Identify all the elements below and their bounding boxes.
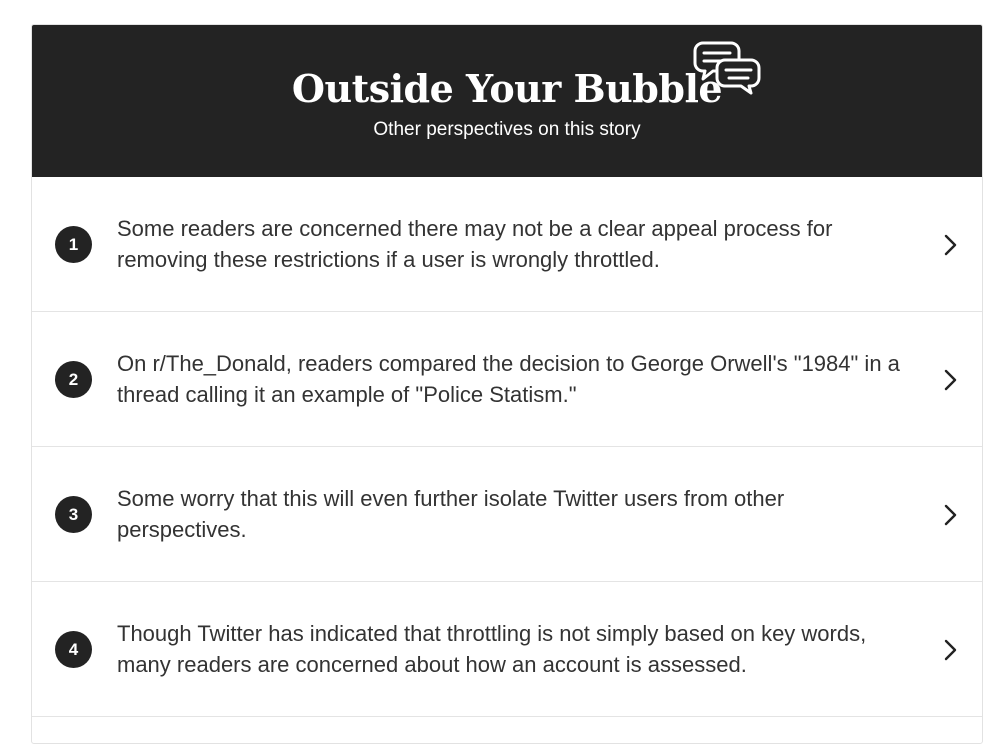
item-number-badge: 1: [55, 226, 92, 263]
header-title: Outside Your Bubble: [291, 66, 723, 111]
item-text: Though Twitter has indicated that thrott…: [117, 621, 867, 677]
speech-bubbles-icon: [693, 41, 761, 95]
perspective-item-4[interactable]: 4 Though Twitter has indicated that thro…: [32, 582, 982, 717]
item-number-badge: 4: [55, 631, 92, 668]
perspective-item-3[interactable]: 3 Some worry that this will even further…: [32, 447, 982, 582]
card-header: Outside Your Bubble Other perspectives o…: [32, 25, 982, 177]
chevron-right-icon[interactable]: [942, 638, 958, 662]
item-text: Some worry that this will even further i…: [117, 486, 785, 542]
perspective-item-1[interactable]: 1 Some readers are concerned there may n…: [32, 177, 982, 312]
perspective-item-2[interactable]: 2 On r/The_Donald, readers compared the …: [32, 312, 982, 447]
item-number-badge: 2: [55, 361, 92, 398]
header-subtitle: Other perspectives on this story: [373, 119, 641, 140]
chevron-right-icon[interactable]: [942, 368, 958, 392]
chevron-right-icon[interactable]: [942, 503, 958, 527]
item-text: Some readers are concerned there may not…: [117, 216, 833, 272]
item-number-badge: 3: [55, 496, 92, 533]
outside-your-bubble-card: Outside Your Bubble Other perspectives o…: [31, 24, 983, 744]
chevron-right-icon[interactable]: [942, 233, 958, 257]
perspectives-list: 1 Some readers are concerned there may n…: [32, 177, 982, 717]
item-text: On r/The_Donald, readers compared the de…: [117, 351, 900, 407]
